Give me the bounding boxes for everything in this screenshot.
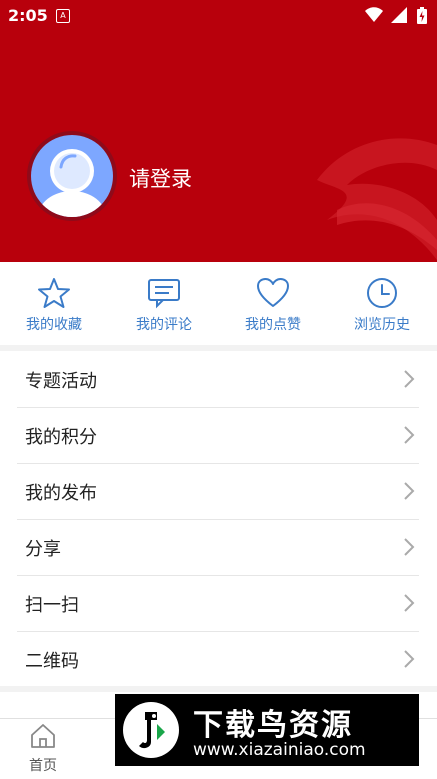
- chevron-right-icon: [404, 426, 415, 444]
- header-swoosh-decoration: [317, 138, 437, 260]
- watermark-overlay: 下载鸟资源 www.xiazainiao.com: [115, 694, 419, 766]
- chevron-right-icon: [404, 482, 415, 500]
- menu-item-qrcode[interactable]: 二维码: [17, 631, 419, 687]
- avatar[interactable]: [27, 131, 117, 221]
- menu-item-topics[interactable]: 专题活动: [17, 351, 419, 408]
- chevron-right-icon: [404, 594, 415, 612]
- watermark-url: www.xiazainiao.com: [193, 740, 366, 760]
- menu-item-scan[interactable]: 扫一扫: [17, 575, 419, 632]
- heart-icon: [257, 278, 289, 307]
- comment-icon: [148, 279, 180, 309]
- quick-action-label: 浏览历史: [354, 317, 410, 333]
- menu-item-posts[interactable]: 我的发布: [17, 463, 419, 520]
- quick-action-label: 我的点赞: [245, 317, 301, 333]
- status-time: 2:05: [8, 6, 48, 25]
- chevron-right-icon: [404, 650, 415, 668]
- quick-action-likes[interactable]: 我的点赞: [223, 276, 323, 334]
- quick-action-history[interactable]: 浏览历史: [332, 276, 432, 334]
- menu-item-label: 二维码: [25, 651, 79, 672]
- menu-item-label: 分享: [25, 539, 61, 560]
- menu-item-label: 扫一扫: [25, 595, 79, 616]
- star-icon: [38, 278, 70, 308]
- profile-header: 2:05 A 请登录: [0, 0, 437, 262]
- quick-actions-bar: 我的收藏 我的评论 我的点赞 浏览历史: [0, 262, 437, 345]
- watermark-title: 下载鸟资源: [193, 708, 353, 743]
- status-icons: [364, 7, 427, 24]
- tab-label: 首页: [29, 758, 57, 774]
- tab-home[interactable]: 首页: [8, 723, 78, 775]
- quick-action-label: 我的收藏: [26, 317, 82, 333]
- menu-item-label: 我的积分: [25, 427, 97, 448]
- menu-item-label: 专题活动: [25, 371, 97, 392]
- quick-action-comments[interactable]: 我的评论: [114, 276, 214, 334]
- login-prompt[interactable]: 请登录: [129, 163, 192, 193]
- menu-list: 专题活动 我的积分 我的发布 分享 扫一扫 二维码: [0, 351, 437, 686]
- bird-logo-icon: [123, 702, 179, 758]
- wifi-icon: [364, 7, 383, 22]
- quick-action-label: 我的评论: [136, 317, 192, 333]
- battery-icon: [417, 7, 427, 24]
- default-user-icon: [31, 135, 113, 217]
- menu-item-label: 我的发布: [25, 483, 97, 504]
- status-bar: 2:05 A: [0, 0, 437, 30]
- clock-icon: [367, 278, 397, 308]
- menu-item-share[interactable]: 分享: [17, 519, 419, 576]
- signal-icon: [390, 7, 407, 23]
- quick-action-favorites[interactable]: 我的收藏: [4, 276, 104, 334]
- home-icon: [31, 724, 55, 748]
- chevron-right-icon: [404, 370, 415, 388]
- menu-item-points[interactable]: 我的积分: [17, 407, 419, 464]
- notification-icon: A: [56, 9, 70, 23]
- chevron-right-icon: [404, 538, 415, 556]
